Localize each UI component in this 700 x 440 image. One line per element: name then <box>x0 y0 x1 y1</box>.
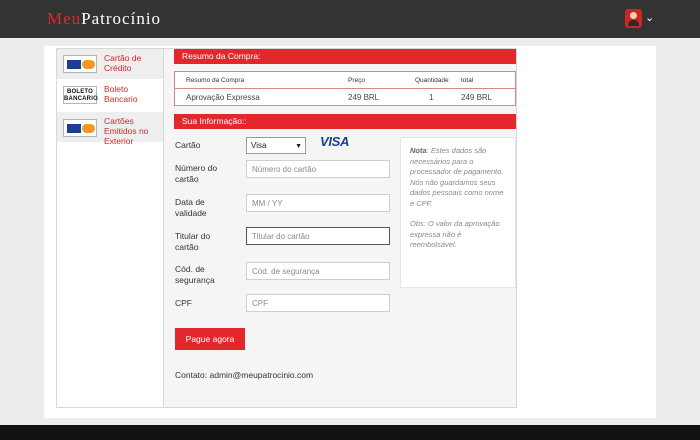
card-type-select[interactable]: Visa ▼ <box>246 137 306 154</box>
note-paragraph: Nota: Estes dados são necessários para o… <box>410 146 506 209</box>
pay-now-button[interactable]: Pague agora <box>175 328 245 350</box>
table-cell: 249 BRL <box>348 93 380 102</box>
card-holder-label: Titular do cartão <box>175 231 211 252</box>
logo-part-meu: Meu <box>47 9 82 28</box>
sidebar-item-credit-card[interactable]: Cartão de Crédito <box>57 49 163 79</box>
card-number-label: Número do cartão <box>175 163 218 184</box>
avatar[interactable] <box>625 9 642 28</box>
expiry-label: Data de validade <box>175 197 207 218</box>
table-cell: 1 <box>429 93 434 102</box>
sidebar-item-foreign-cards[interactable]: Cartões Emitidos no Exterior <box>57 112 163 146</box>
sidebar-item-boleto[interactable]: BOLETO BANCARIO Boleto Bancario <box>57 80 163 110</box>
table-row: Aprovação Expressa 249 BRL 1 249 BRL <box>175 89 515 106</box>
privacy-note: Nota: Estes dados são necessários para o… <box>400 137 516 288</box>
card-number-input[interactable] <box>246 160 390 178</box>
sidebar-item-label: Boleto Bancario <box>104 84 138 104</box>
column-header: total <box>461 77 474 84</box>
column-header: Quantidade <box>415 77 449 84</box>
cpf-label: CPF <box>175 298 192 308</box>
table-header: Resumo da Compra Preço Quantidade total <box>175 72 515 89</box>
boleto-logo-icon: BOLETO BANCARIO <box>63 86 98 104</box>
table-cell: Aprovação Expressa <box>186 93 260 102</box>
security-code-input[interactable] <box>246 262 390 280</box>
card-type-value: Visa <box>251 141 267 150</box>
chevron-down-icon[interactable]: ⌄ <box>645 12 654 24</box>
cpf-input[interactable] <box>246 294 390 312</box>
sidebar-item-label: Cartões Emitidos no Exterior <box>104 116 149 146</box>
order-summary-table: Resumo da Compra Preço Quantidade total … <box>174 71 516 106</box>
credit-cards-logo-icon <box>63 55 97 73</box>
summary-title: Resumo da Compra: <box>174 49 516 64</box>
bottom-bar <box>0 425 700 440</box>
site-logo[interactable]: MeuPatrocínio <box>47 9 161 29</box>
column-header: Preço <box>348 77 365 84</box>
credit-cards-logo-icon <box>63 119 97 137</box>
sidebar-item-label: Cartão de Crédito <box>104 53 142 73</box>
column-header: Resumo da Compra <box>186 77 245 84</box>
obs-paragraph: Obs: O valor da aprovação expressa não é… <box>410 219 500 249</box>
chevron-down-icon: ▼ <box>295 143 302 150</box>
visa-logo-icon: VISA <box>320 134 350 149</box>
logo-part-patrocinio: Patrocínio <box>81 9 162 28</box>
security-code-label: Cód. de segurança <box>175 264 215 285</box>
card-holder-input[interactable] <box>246 227 390 245</box>
info-title: Sua Informação:: <box>174 114 516 129</box>
payment-method-sidebar: Cartão de Crédito BOLETO BANCARIO Boleto… <box>56 48 164 408</box>
note-label: Nota <box>410 146 427 155</box>
table-cell: 249 BRL <box>461 93 493 102</box>
top-bar: MeuPatrocínio ⌄ <box>0 0 700 38</box>
expiry-input[interactable] <box>246 194 390 212</box>
contact-info: Contato: admin@meupatrocinio.com <box>175 370 314 380</box>
card-type-label: Cartão <box>175 140 201 150</box>
note-text: : Estes dados são necessários para o pro… <box>410 146 504 208</box>
